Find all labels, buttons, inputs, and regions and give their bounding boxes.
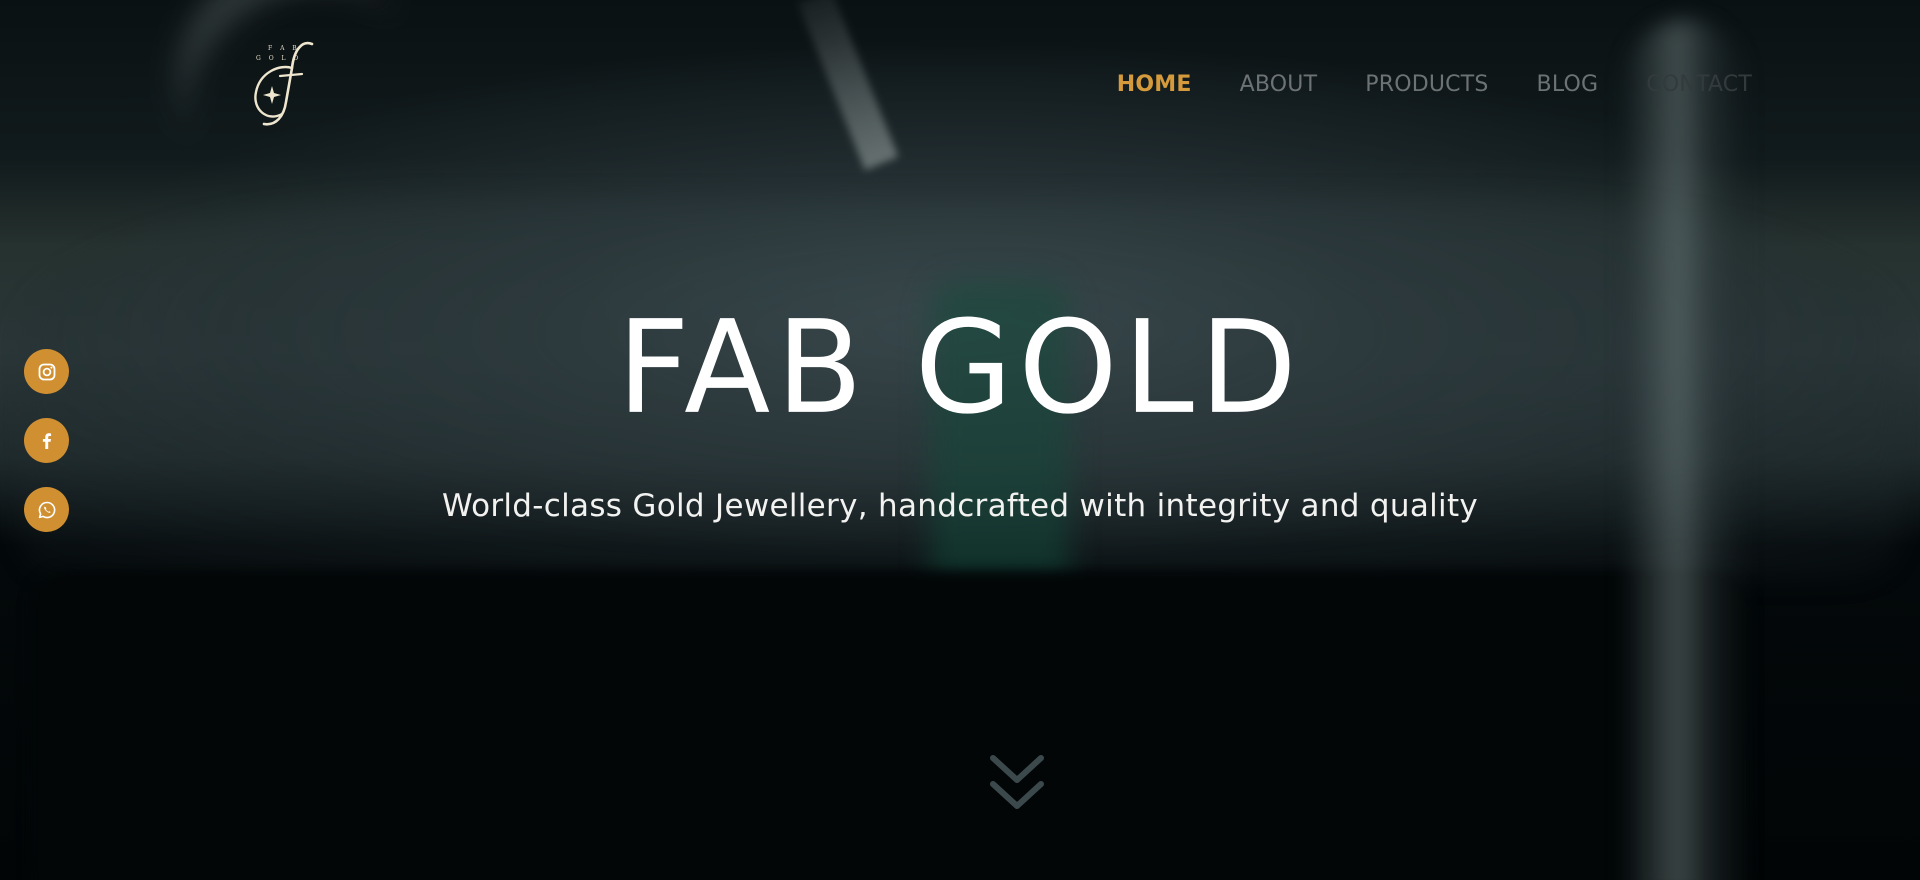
facebook-icon <box>42 432 51 449</box>
instagram-button[interactable] <box>24 349 69 394</box>
svg-text:F A B: F A B <box>268 45 300 52</box>
nav-item-products[interactable]: PRODUCTS <box>1365 72 1488 97</box>
nav-item-blog[interactable]: BLOG <box>1537 72 1599 97</box>
nav-item-contact[interactable]: CONTACT <box>1646 72 1752 97</box>
logo-link[interactable]: F A B G O L D <box>246 38 322 130</box>
instagram-icon <box>38 363 55 380</box>
nav-item-about[interactable]: ABOUT <box>1240 72 1318 97</box>
main-nav: HOME ABOUT PRODUCTS BLOG CONTACT <box>1117 72 1752 97</box>
hero-section: F A B G O L D HOME ABOUT PRODUCTS BLOG C… <box>0 0 1920 880</box>
whatsapp-button[interactable] <box>24 487 69 532</box>
whatsapp-icon <box>38 501 55 518</box>
background-blur-pillar <box>1625 20 1745 880</box>
hero-subtitle: World-class Gold Jewellery, handcrafted … <box>441 488 1479 524</box>
scroll-down-button[interactable] <box>987 752 1047 814</box>
social-links <box>24 349 69 532</box>
nav-item-home[interactable]: HOME <box>1117 72 1192 97</box>
facebook-button[interactable] <box>24 418 69 463</box>
background-blur-needle <box>797 0 899 171</box>
background-dark-panel <box>30 570 1750 880</box>
double-chevron-down-icon <box>990 755 1044 809</box>
hero-title: FAB GOLD <box>617 292 1303 443</box>
fab-gold-logo-icon: F A B G O L D <box>254 41 314 126</box>
